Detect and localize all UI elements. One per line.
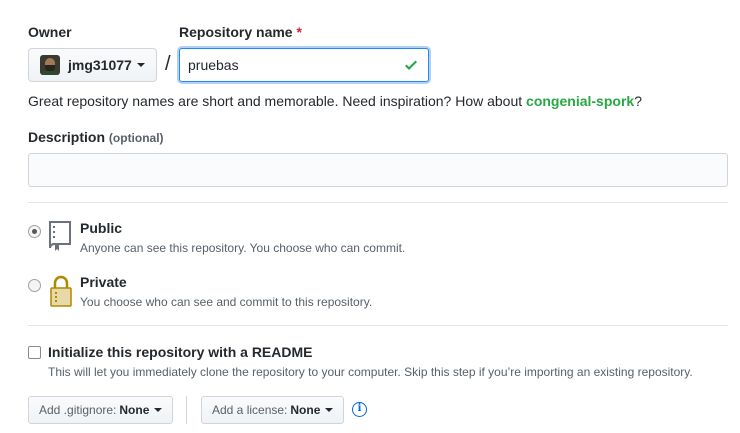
repo-name-label-text: Repository name — [179, 24, 293, 40]
public-title: Public — [80, 220, 123, 236]
hint-prefix: Great repository names are short and mem… — [28, 93, 527, 109]
divider — [186, 396, 187, 424]
gitignore-select-button[interactable]: Add .gitignore: None — [28, 396, 174, 424]
license-label: Add a license: — [212, 403, 288, 417]
required-mark: * — [296, 24, 302, 40]
owner-label: Owner — [28, 24, 72, 40]
repo-name-input[interactable] — [179, 48, 429, 82]
divider — [28, 325, 728, 326]
avatar — [40, 55, 60, 75]
private-title: Private — [80, 274, 127, 290]
private-note: You choose who can see and commit to thi… — [80, 295, 373, 309]
gitignore-value: None — [119, 403, 150, 417]
owner-select-button[interactable]: jmg31077 — [28, 48, 157, 82]
public-radio[interactable] — [28, 225, 41, 238]
readme-title: Initialize this repository with a README — [48, 344, 313, 360]
info-icon[interactable]: i — [352, 402, 367, 417]
repo-name-hint: Great repository names are short and mem… — [28, 93, 642, 109]
divider — [28, 202, 728, 203]
lock-icon — [50, 275, 72, 307]
public-note: Anyone can see this repository. You choo… — [80, 241, 406, 255]
owner-name: jmg31077 — [68, 57, 132, 73]
repo-icon — [49, 221, 71, 251]
caret-down-icon — [325, 408, 334, 412]
check-icon — [405, 60, 417, 70]
caret-down-icon — [154, 408, 163, 412]
owner-repo-separator: / — [165, 53, 171, 75]
readme-checkbox[interactable] — [28, 346, 41, 359]
gitignore-label: Add .gitignore: — [39, 403, 117, 417]
description-label-text: Description — [28, 129, 106, 145]
caret-down-icon — [136, 63, 145, 67]
license-value: None — [290, 403, 321, 417]
readme-note: This will let you immediately clone the … — [48, 365, 693, 379]
description-input[interactable] — [28, 153, 728, 187]
private-radio[interactable] — [28, 279, 41, 292]
optional-tag: (optional) — [108, 131, 164, 145]
description-label: Description (optional) — [28, 129, 164, 145]
name-suggestion-link[interactable]: congenial-spork — [526, 93, 634, 109]
license-select-button[interactable]: Add a license: None — [201, 396, 345, 424]
repo-name-label: Repository name * — [179, 24, 302, 40]
hint-suffix: ? — [634, 93, 642, 109]
